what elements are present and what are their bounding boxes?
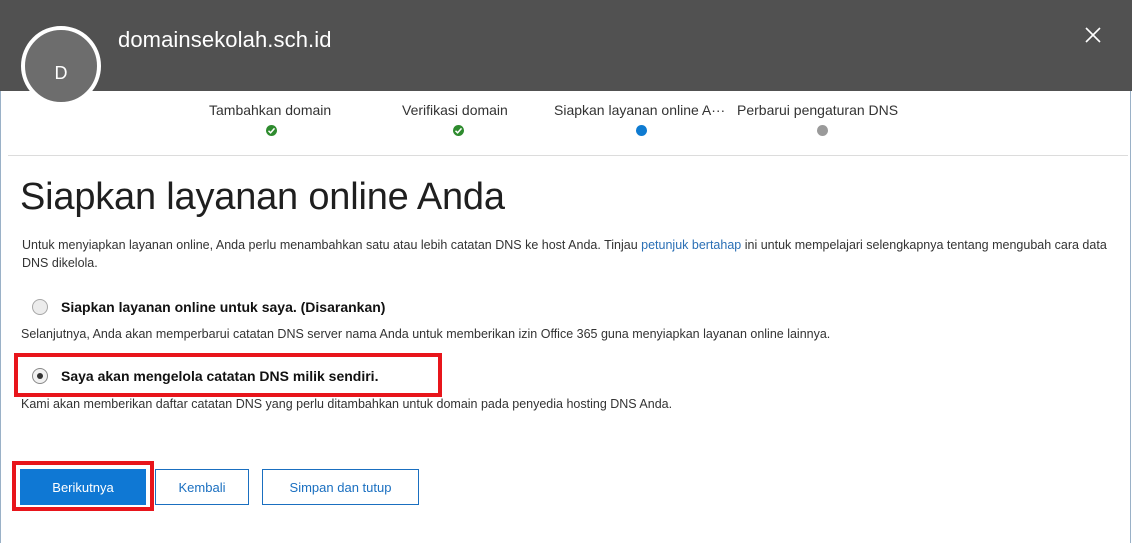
- step-setup-online-services: Siapkan layanan online A···: [554, 102, 725, 118]
- check-icon: [266, 125, 277, 136]
- step-verify-domain: Verifikasi domain: [402, 102, 508, 118]
- pending-step-dot-icon: [817, 125, 828, 136]
- dialog-header: domainsekolah.sch.id: [0, 0, 1132, 91]
- step-by-step-link[interactable]: petunjuk bertahap: [641, 238, 741, 252]
- domain-title: domainsekolah.sch.id: [118, 27, 332, 52]
- step-label: Siapkan layanan online A···: [554, 102, 726, 118]
- option-label: Siapkan layanan online untuk saya. (Disa…: [61, 299, 386, 315]
- option-label: Saya akan mengelola catatan DNS milik se…: [61, 368, 379, 384]
- close-icon[interactable]: [1078, 20, 1108, 50]
- step-label: Tambahkan domain: [209, 102, 332, 118]
- divider: [8, 155, 1128, 156]
- save-and-close-button[interactable]: Simpan dan tutup: [262, 469, 419, 505]
- step-label: Perbarui pengaturan DNS: [737, 102, 899, 118]
- radio-auto-setup[interactable]: [32, 299, 48, 315]
- option-description: Kami akan memberikan daftar catatan DNS …: [21, 397, 673, 411]
- page-description: Untuk menyiapkan layanan online, Anda pe…: [22, 236, 1112, 272]
- option-manage-dns-myself[interactable]: Saya akan mengelola catatan DNS milik se…: [32, 368, 378, 384]
- next-button[interactable]: Berikutnya: [20, 469, 146, 505]
- progress-stepper: Tambahkan domain Verifikasi domain Siapk…: [0, 92, 1132, 156]
- back-button[interactable]: Kembali: [155, 469, 249, 505]
- step-label: Verifikasi domain: [402, 102, 508, 118]
- avatar-letter: D: [54, 62, 68, 83]
- current-step-dot-icon: [636, 125, 647, 136]
- page-title: Siapkan layanan online Anda: [20, 176, 505, 218]
- step-add-domain: Tambahkan domain: [209, 102, 331, 118]
- radio-manage-dns-myself[interactable]: [32, 368, 48, 384]
- check-icon: [453, 125, 464, 136]
- description-text: Untuk menyiapkan layanan online, Anda pe…: [22, 238, 642, 252]
- option-description: Selanjutnya, Anda akan memperbarui catat…: [21, 327, 831, 341]
- option-auto-setup[interactable]: Siapkan layanan online untuk saya. (Disa…: [32, 299, 385, 315]
- step-update-dns: Perbarui pengaturan DNS: [737, 102, 898, 118]
